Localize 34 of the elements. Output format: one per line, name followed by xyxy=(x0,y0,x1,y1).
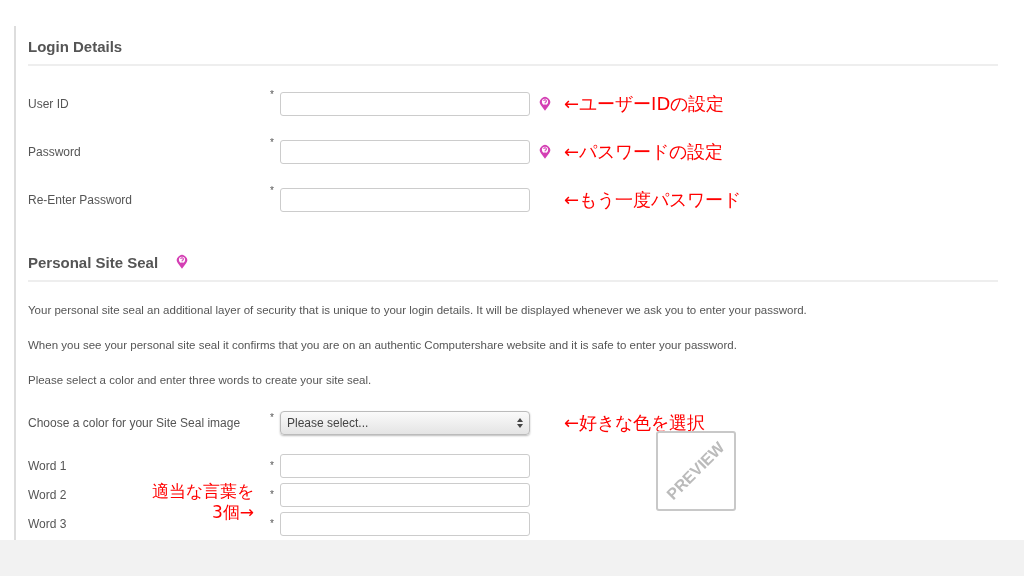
required-mark: * xyxy=(270,412,275,423)
annotation: 適当な言葉を 3個→ xyxy=(151,481,254,523)
field-label: User ID xyxy=(28,97,69,111)
section-heading: Login Details xyxy=(28,37,123,55)
input-field[interactable] xyxy=(280,482,530,507)
input-field[interactable] xyxy=(280,511,530,536)
help-icon[interactable] xyxy=(539,144,551,160)
annotation: ←パスワードの設定 xyxy=(564,140,724,164)
paragraph: When you see your personal site seal it confirms that you are on an authentic Computershare website and it is safe to enter your password. xyxy=(28,338,738,353)
input-field[interactable] xyxy=(280,140,530,164)
input-field[interactable] xyxy=(280,92,530,116)
paragraph: Your personal site seal an additional layer of security that is unique to your login details. It will be displayed whenever we ask you to enter your password. xyxy=(28,303,808,318)
required-mark: * xyxy=(270,89,275,100)
section-heading: Personal Site Seal xyxy=(28,253,159,271)
field-label: Password xyxy=(28,145,81,159)
required-mark: * xyxy=(270,489,275,500)
field-label: Re-Enter Password xyxy=(28,193,133,207)
field-label: Word 1 xyxy=(28,458,67,473)
field-label: Word 3 xyxy=(28,516,67,531)
annotation: ←もう一度パスワード xyxy=(564,188,742,212)
input-field[interactable] xyxy=(280,453,530,478)
required-mark: * xyxy=(270,137,275,148)
help-icon[interactable] xyxy=(176,254,189,270)
help-icon[interactable] xyxy=(539,96,551,112)
required-mark: * xyxy=(270,518,275,529)
required-mark: * xyxy=(270,460,275,471)
updown-icon xyxy=(517,418,523,428)
field-label: Choose a color for your Site Seal image xyxy=(28,416,241,430)
input-field[interactable] xyxy=(280,188,530,212)
required-mark: * xyxy=(270,185,275,196)
paragraph: Please select a color and enter three words to create your site seal. xyxy=(28,373,373,388)
annotation: ←ユーザーIDの設定 xyxy=(564,92,725,116)
color-dropdown[interactable]: Please select... xyxy=(280,411,530,435)
field-label: Word 2 xyxy=(28,487,67,502)
